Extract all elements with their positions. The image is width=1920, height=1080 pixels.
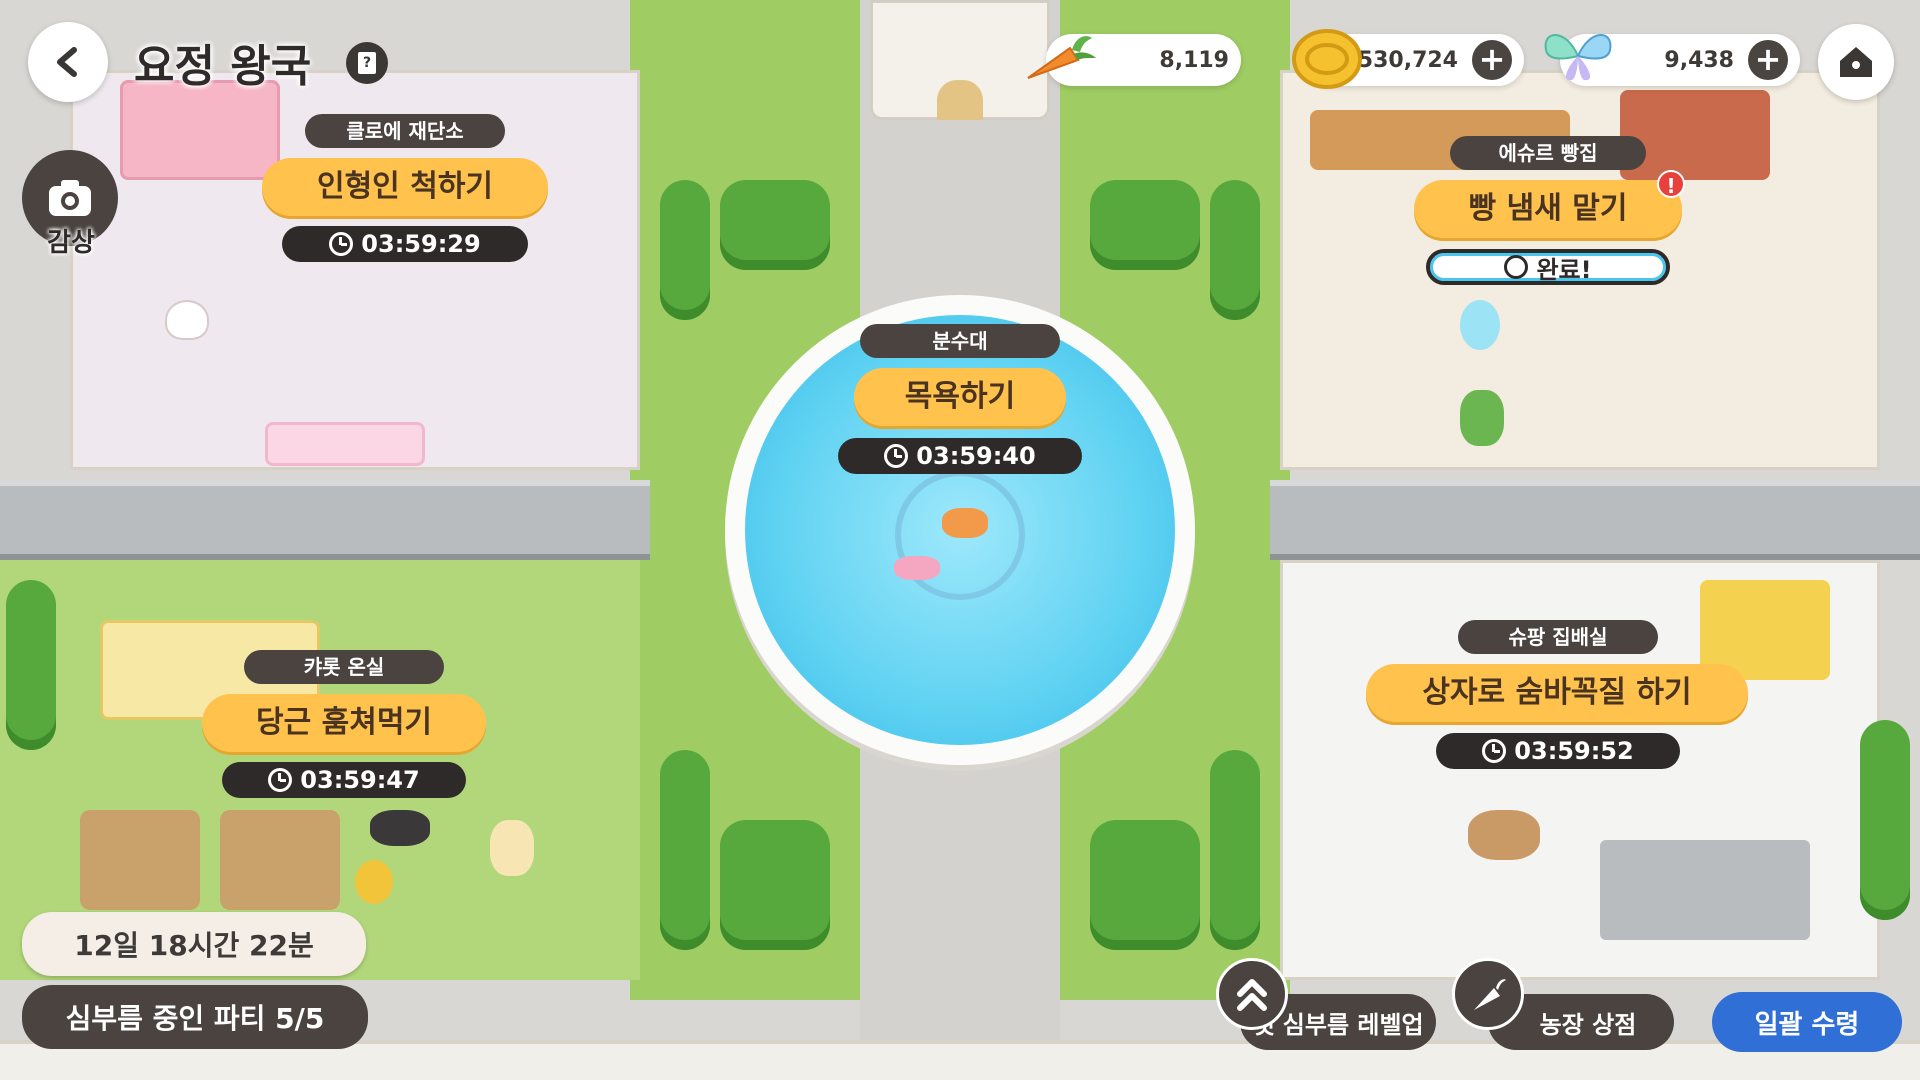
pet-levelup-icon-wrap[interactable] bbox=[1216, 958, 1288, 1030]
back-button[interactable] bbox=[28, 22, 108, 102]
bakery-alert-icon: ! bbox=[1657, 170, 1685, 198]
butterfly-count: 9,438 bbox=[1664, 47, 1734, 73]
fountain-timer: 03:59:40 bbox=[838, 438, 1082, 474]
party-status-button[interactable]: 심부름 중인 파티 5/5 bbox=[22, 985, 368, 1049]
delivery-timer-value: 03:59:52 bbox=[1514, 737, 1634, 765]
coin-add-button[interactable]: + bbox=[1472, 40, 1512, 80]
view-mode-label: 감상 bbox=[47, 228, 95, 258]
home-button[interactable] bbox=[1818, 24, 1894, 100]
tailor-place-label: 클로에 재단소 bbox=[305, 114, 505, 148]
lockers bbox=[1600, 840, 1810, 940]
hedge bbox=[1210, 180, 1260, 320]
hedge bbox=[1090, 820, 1200, 950]
black-cat-pet bbox=[370, 810, 430, 846]
castle-door bbox=[937, 80, 983, 120]
hedge bbox=[1210, 750, 1260, 950]
hedge bbox=[720, 180, 830, 270]
bakery-timer: 완료! bbox=[1426, 249, 1670, 285]
hedge bbox=[1860, 720, 1910, 920]
bakery-building bbox=[1620, 90, 1770, 180]
alarm-clock-icon bbox=[1504, 255, 1529, 279]
double-chevron-up-icon bbox=[1237, 979, 1267, 1011]
hedge bbox=[720, 820, 830, 950]
back-arrow-icon bbox=[57, 47, 77, 77]
garden-bed-2 bbox=[220, 810, 340, 910]
fairy-character bbox=[490, 820, 534, 876]
collect-all-button[interactable]: 일괄 수령 bbox=[1712, 992, 1902, 1052]
coin-icon bbox=[1292, 29, 1362, 89]
greenhouse-timer: 03:59:47 bbox=[222, 762, 466, 798]
hedge bbox=[660, 750, 710, 950]
tiger-pet bbox=[942, 508, 988, 538]
help-book-icon: ? bbox=[358, 52, 376, 74]
pink-mouse-pet bbox=[894, 556, 940, 580]
page-title: 요정 왕국 bbox=[134, 41, 312, 92]
fountain-place-label: 분수대 bbox=[860, 324, 1060, 358]
bakery-action-button[interactable]: 빵 냄새 맡기 bbox=[1414, 180, 1682, 238]
bakery-place-label: 에슈르 빵집 bbox=[1450, 136, 1646, 170]
balloon-fairy-pet bbox=[1460, 300, 1500, 350]
garden-bed-1 bbox=[80, 810, 200, 910]
home-icon bbox=[1840, 47, 1872, 77]
greenhouse-action-button[interactable]: 당근 훔쳐먹기 bbox=[202, 694, 486, 752]
tailor-timer: 03:59:29 bbox=[282, 226, 528, 262]
hedge bbox=[1090, 180, 1200, 270]
rug bbox=[265, 422, 425, 466]
alarm-clock-icon bbox=[329, 232, 354, 256]
delivery-timer: 03:59:52 bbox=[1436, 733, 1680, 769]
alarm-clock-icon bbox=[268, 768, 293, 792]
season-time-remaining: 12일 18시간 22분 bbox=[22, 912, 366, 976]
help-button[interactable]: ? bbox=[346, 42, 388, 84]
fountain-timer-value: 03:59:40 bbox=[916, 442, 1036, 470]
bunny-pet bbox=[165, 300, 209, 340]
greenhouse-place-label: 캬롯 온실 bbox=[244, 650, 444, 684]
alarm-clock-icon bbox=[884, 444, 909, 468]
camera-icon bbox=[49, 180, 91, 216]
tailor-shop-building bbox=[120, 80, 280, 180]
fountain-action-button[interactable]: 목욕하기 bbox=[854, 368, 1066, 426]
delivery-place-label: 슈팡 집배실 bbox=[1458, 620, 1658, 654]
bakery-timer-value: 완료! bbox=[1536, 255, 1592, 284]
cat-pair-pet bbox=[1468, 810, 1540, 860]
farm-shop-icon-wrap[interactable] bbox=[1452, 958, 1524, 1030]
hedge bbox=[660, 180, 710, 320]
alarm-clock-icon bbox=[1482, 739, 1507, 763]
hedge bbox=[6, 580, 56, 750]
tailor-timer-value: 03:59:29 bbox=[361, 230, 481, 258]
greenhouse-timer-value: 03:59:47 bbox=[300, 766, 420, 794]
tailor-action-button[interactable]: 인형인 척하기 bbox=[262, 158, 548, 216]
butterfly-add-button[interactable]: + bbox=[1748, 40, 1788, 80]
delivery-action-button[interactable]: 상자로 숨바꼭질 하기 bbox=[1366, 664, 1748, 722]
wall-left-middle bbox=[0, 480, 650, 560]
chick-pet bbox=[355, 860, 393, 904]
butterfly-icon bbox=[1544, 34, 1612, 81]
carrot-icon bbox=[1027, 36, 1096, 79]
carrot-shop-icon bbox=[1474, 979, 1506, 1010]
carrot-count: 8,119 bbox=[1159, 47, 1229, 73]
wall-right-middle bbox=[1270, 480, 1920, 560]
dino-costume-character bbox=[1460, 390, 1504, 446]
